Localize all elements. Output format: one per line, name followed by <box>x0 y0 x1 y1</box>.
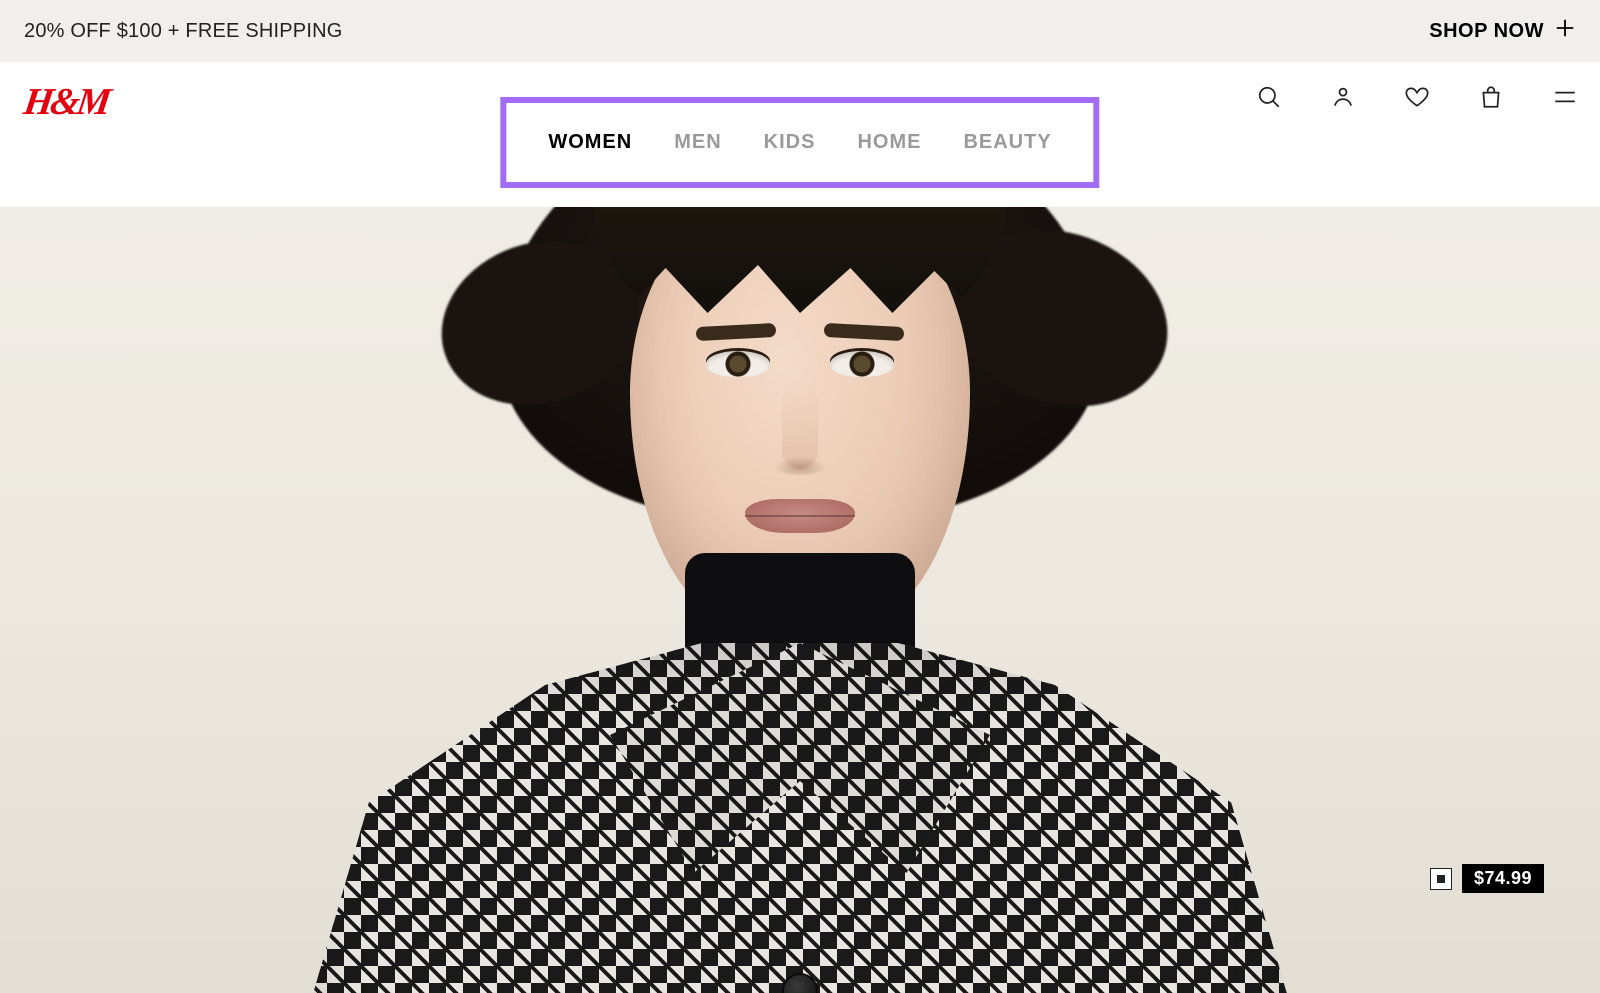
heart-icon[interactable] <box>1404 84 1430 110</box>
nav-item-women[interactable]: WOMEN <box>548 131 632 154</box>
shopping-bag-icon[interactable] <box>1478 84 1504 110</box>
model-brow-left <box>696 323 777 341</box>
hero-section: $74.99 <box>0 207 1600 993</box>
brand-logo[interactable]: H&M <box>21 80 111 124</box>
nav-item-men[interactable]: MEN <box>674 131 721 154</box>
model-brow-right <box>824 323 905 341</box>
nav-item-beauty[interactable]: BEAUTY <box>963 131 1051 154</box>
price-tag[interactable]: $74.99 <box>1430 864 1544 893</box>
nav-highlight-box: WOMEN MEN KIDS HOME BEAUTY <box>500 97 1099 188</box>
search-icon[interactable] <box>1256 84 1282 110</box>
hero-model-image <box>320 207 1280 993</box>
model-jacket <box>310 643 1290 993</box>
price-label: $74.99 <box>1462 864 1544 893</box>
header-icon-row <box>1256 84 1578 110</box>
account-icon[interactable] <box>1330 84 1356 110</box>
model-lips <box>745 499 855 533</box>
site-header: H&M WOMEN MEN KIDS HOME BEAUTY <box>0 62 1600 207</box>
jacket-lapel <box>610 643 990 873</box>
plus-icon <box>1554 17 1576 45</box>
main-nav: WOMEN MEN KIDS HOME BEAUTY <box>500 97 1099 188</box>
model-eye-left <box>706 351 770 377</box>
shop-now-label: SHOP NOW <box>1429 20 1544 43</box>
shop-now-button[interactable]: SHOP NOW <box>1429 17 1576 45</box>
jacket-button-detail <box>782 973 818 993</box>
nav-item-home[interactable]: HOME <box>857 131 921 154</box>
promo-banner: 20% OFF $100 + FREE SHIPPING SHOP NOW <box>0 0 1600 62</box>
nav-item-kids[interactable]: KIDS <box>764 131 816 154</box>
product-tag-icon <box>1430 868 1452 890</box>
model-nose <box>782 383 818 469</box>
menu-icon[interactable] <box>1552 84 1578 110</box>
promo-text: 20% OFF $100 + FREE SHIPPING <box>24 20 343 43</box>
model-eye-right <box>830 351 894 377</box>
